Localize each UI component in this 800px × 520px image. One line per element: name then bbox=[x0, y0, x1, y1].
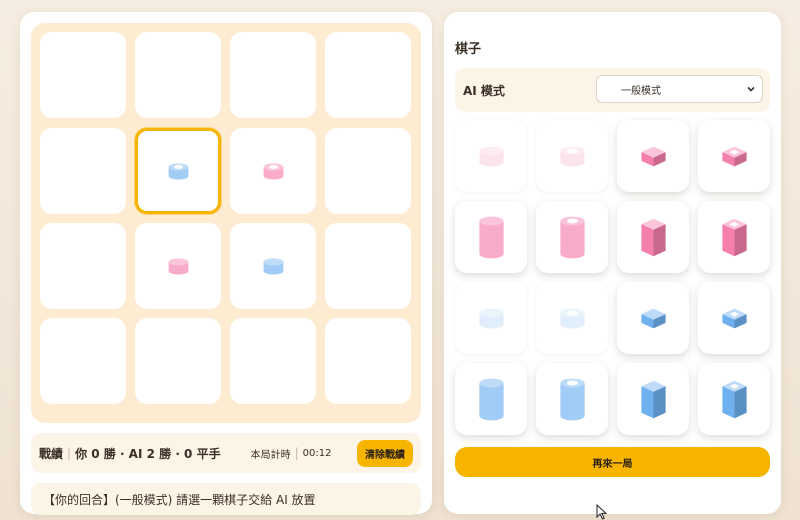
board-cell[interactable] bbox=[325, 223, 411, 309]
blue-short-cube-hole-icon bbox=[721, 308, 747, 328]
ai-mode-selected: 一般模式 bbox=[621, 85, 661, 97]
pieces-panel: 棋子 AI 模式 一般模式 再來一局 bbox=[444, 12, 781, 514]
pink-tall-cube-icon bbox=[640, 218, 666, 256]
blue-tall-cube-icon bbox=[640, 380, 666, 418]
board-cell[interactable] bbox=[230, 32, 316, 118]
blue-tall-cylinder-hole-icon bbox=[559, 378, 585, 420]
piece-button[interactable] bbox=[617, 282, 689, 354]
piece-button bbox=[536, 282, 608, 354]
board-cell[interactable] bbox=[40, 223, 126, 309]
board-cell[interactable] bbox=[230, 128, 316, 214]
pink-tall-cylinder-icon bbox=[478, 216, 504, 258]
clear-stats-button[interactable]: 清除戰績 bbox=[357, 439, 413, 467]
ai-mode-label: AI 模式 bbox=[463, 84, 505, 98]
pieces-title: 棋子 bbox=[455, 42, 482, 57]
stats-record: 你 0 勝 · AI 2 勝 · 0 平手 bbox=[75, 446, 221, 461]
board-cell[interactable] bbox=[325, 128, 411, 214]
piece-button[interactable] bbox=[698, 282, 770, 354]
chevron-down-icon bbox=[747, 86, 755, 92]
ai-mode-select[interactable]: 一般模式 bbox=[596, 75, 763, 103]
pink-tall-cylinder-hole-icon bbox=[559, 216, 585, 258]
board-cell[interactable] bbox=[40, 128, 126, 214]
board-cell[interactable] bbox=[230, 223, 316, 309]
piece-button[interactable] bbox=[455, 363, 527, 435]
piece-button[interactable] bbox=[536, 363, 608, 435]
piece-button[interactable] bbox=[455, 201, 527, 273]
pink-short-cylinder-icon bbox=[478, 146, 504, 166]
board-cell[interactable] bbox=[135, 223, 221, 309]
ai-mode-row: AI 模式 一般模式 bbox=[455, 68, 770, 112]
board-cell[interactable] bbox=[40, 318, 126, 404]
stats-label: 戰績 bbox=[39, 446, 64, 461]
piece-button[interactable] bbox=[698, 363, 770, 435]
blue-short-cube-icon bbox=[640, 308, 666, 328]
board-cell[interactable] bbox=[325, 318, 411, 404]
piece-button[interactable] bbox=[698, 201, 770, 273]
board-cell[interactable] bbox=[135, 32, 221, 118]
blue-short-cylinder-icon bbox=[478, 308, 504, 328]
board-cell[interactable] bbox=[40, 32, 126, 118]
stats-bar: 戰績 | 你 0 勝 · AI 2 勝 · 0 平手 本局計時 | 00:12 … bbox=[31, 433, 421, 473]
blue-short-cylinder-hole-icon bbox=[559, 308, 585, 328]
timer-divider: | bbox=[294, 446, 299, 460]
blue-tall-cube-hole-icon bbox=[721, 380, 747, 418]
blue-short-cylinder-icon bbox=[263, 257, 283, 275]
timer-value: 00:12 bbox=[302, 447, 332, 459]
piece-button bbox=[455, 120, 527, 192]
board-cell[interactable] bbox=[325, 32, 411, 118]
piece-button bbox=[536, 120, 608, 192]
board-cell[interactable] bbox=[135, 128, 221, 214]
pink-short-cylinder-icon bbox=[168, 257, 188, 275]
stats-divider: | bbox=[67, 446, 72, 460]
blue-tall-cylinder-icon bbox=[478, 378, 504, 420]
pink-short-cylinder-hole-icon bbox=[559, 146, 585, 166]
status-message: 【你的回合】(一般模式) 請選一顆棋子交給 AI 放置 bbox=[31, 483, 421, 515]
piece-button[interactable] bbox=[617, 120, 689, 192]
pink-short-cylinder-hole-icon bbox=[263, 162, 283, 180]
piece-button[interactable] bbox=[698, 120, 770, 192]
piece-button bbox=[455, 282, 527, 354]
board-cell[interactable] bbox=[230, 318, 316, 404]
timer-label: 本局計時 bbox=[250, 449, 291, 461]
piece-button[interactable] bbox=[536, 201, 608, 273]
pink-tall-cube-hole-icon bbox=[721, 218, 747, 256]
mouse-cursor-icon bbox=[596, 504, 608, 520]
board-cell[interactable] bbox=[135, 318, 221, 404]
game-board-panel: 戰績 | 你 0 勝 · AI 2 勝 · 0 平手 本局計時 | 00:12 … bbox=[20, 12, 432, 515]
pink-short-cube-icon bbox=[640, 146, 666, 166]
pink-short-cube-hole-icon bbox=[721, 146, 747, 166]
blue-short-cylinder-hole-icon bbox=[168, 162, 188, 180]
piece-button[interactable] bbox=[617, 363, 689, 435]
game-board bbox=[31, 23, 421, 423]
piece-button[interactable] bbox=[617, 201, 689, 273]
restart-button[interactable]: 再來一局 bbox=[455, 447, 770, 477]
